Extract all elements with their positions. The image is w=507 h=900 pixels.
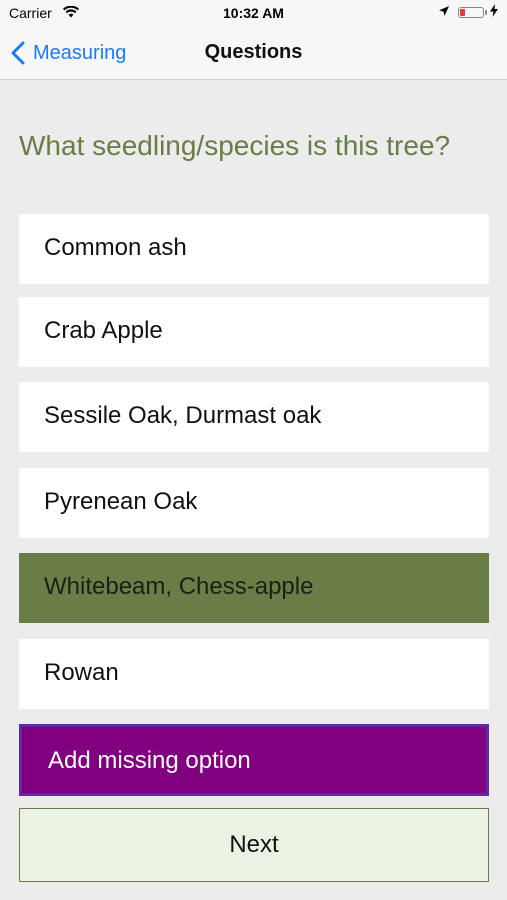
question-text: What seedling/species is this tree? — [19, 130, 451, 161]
navigation-bar: Measuring Questions — [0, 26, 507, 80]
option-common-ash[interactable]: Common ash — [19, 214, 489, 284]
option-label: Pyrenean Oak — [44, 488, 198, 515]
option-rowan[interactable]: Rowan — [19, 639, 489, 709]
add-missing-option-button[interactable]: Add missing option — [19, 724, 489, 796]
option-label: Rowan — [44, 659, 119, 686]
next-button-label: Next — [229, 831, 279, 858]
next-button[interactable]: Next — [19, 808, 489, 882]
option-label: Crab Apple — [44, 317, 163, 344]
option-label: Common ash — [44, 234, 187, 261]
option-sessile-oak[interactable]: Sessile Oak, Durmast oak — [19, 382, 489, 452]
battery-cap — [485, 10, 487, 15]
option-label: Sessile Oak, Durmast oak — [44, 402, 322, 429]
clock: 10:32 AM — [223, 5, 284, 21]
charging-bolt-icon — [490, 4, 498, 20]
option-whitebeam[interactable]: Whitebeam, Chess-apple — [19, 553, 489, 623]
status-bar: Carrier 10:32 AM — [0, 0, 507, 26]
option-pyrenean-oak[interactable]: Pyrenean Oak — [19, 468, 489, 538]
page-title: Questions — [204, 41, 303, 63]
option-crab-apple[interactable]: Crab Apple — [19, 297, 489, 367]
battery-icon — [458, 7, 484, 18]
option-label: Whitebeam, Chess-apple — [44, 573, 314, 600]
add-missing-option-label: Add missing option — [48, 747, 251, 774]
location-arrow-icon — [438, 4, 450, 20]
